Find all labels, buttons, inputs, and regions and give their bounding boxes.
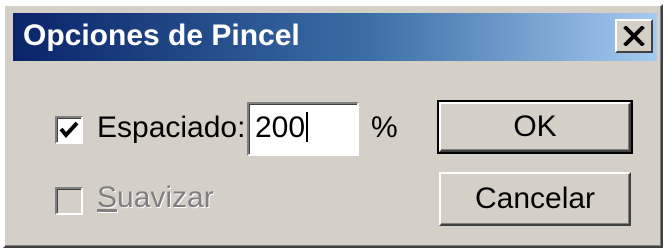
spacing-input[interactable]: 200: [247, 102, 359, 156]
text-caret: [306, 112, 309, 142]
close-icon: [623, 26, 645, 46]
checkmark-icon: [59, 121, 79, 139]
cancel-button[interactable]: Cancelar: [439, 172, 631, 226]
smooth-label: Suavizar: [97, 181, 214, 214]
spacing-checkbox[interactable]: [55, 116, 83, 144]
ok-button[interactable]: OK: [437, 100, 633, 154]
spacing-unit: %: [371, 111, 398, 144]
close-button[interactable]: [615, 19, 653, 53]
brush-options-dialog: Opciones de Pincel Espaciado: 200 % Suav…: [3, 4, 663, 248]
spacing-value: 200: [255, 111, 306, 144]
smooth-checkbox[interactable]: [55, 187, 83, 215]
spacing-label: Espaciado:: [97, 111, 246, 144]
window-title: Opciones de Pincel: [23, 19, 300, 52]
title-bar: Opciones de Pincel: [13, 13, 657, 61]
smooth-label-rest: uavizar: [117, 181, 214, 214]
